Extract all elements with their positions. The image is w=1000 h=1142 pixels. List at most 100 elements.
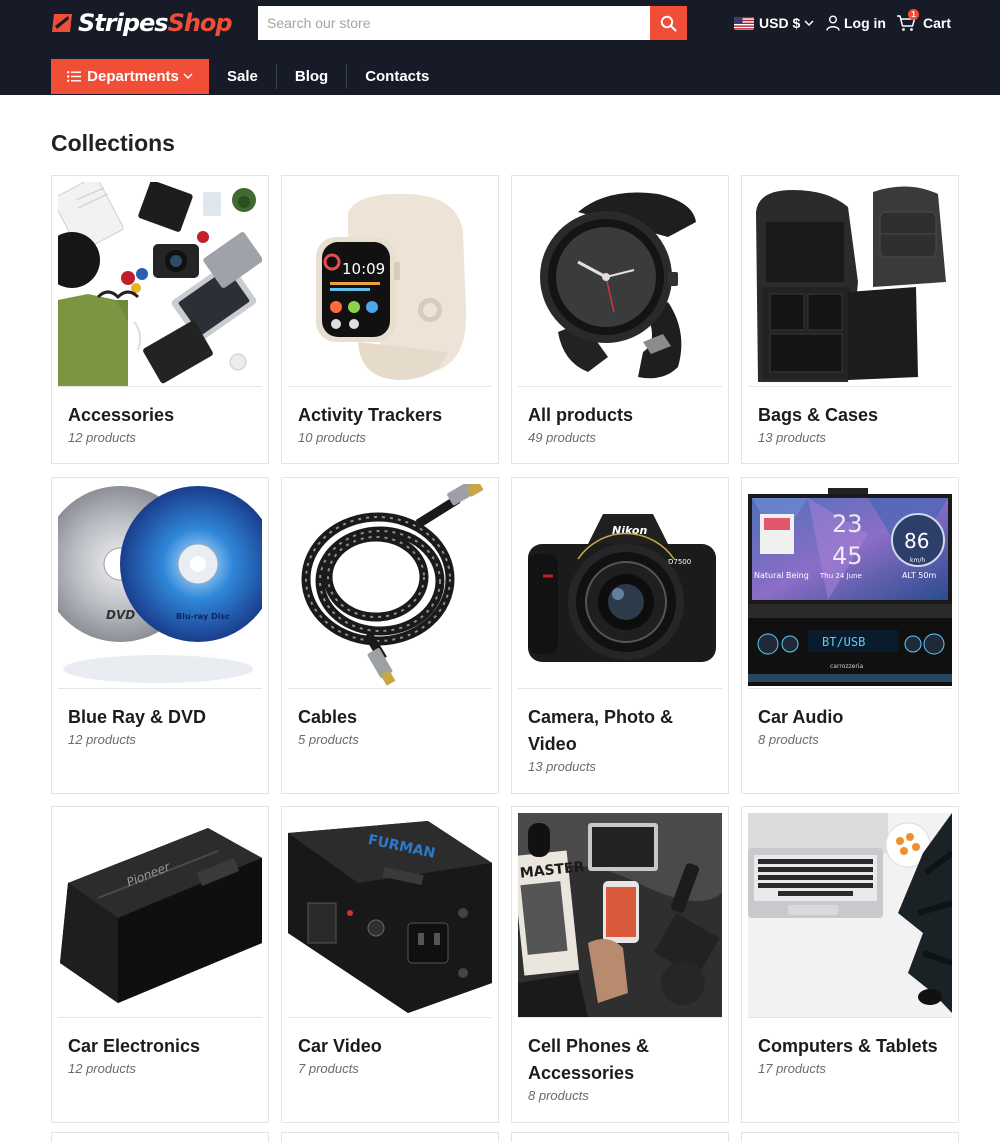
card-divider xyxy=(288,1017,492,1018)
screen-hour: 23 xyxy=(832,510,863,538)
collection-title: Computers & Tablets 17 products xyxy=(758,1033,950,1078)
bluray-logo: Blu-ray Disc xyxy=(176,612,230,621)
collection-image xyxy=(748,813,952,1017)
user-icon xyxy=(826,15,840,31)
car-audio-brand: carrozzeria xyxy=(830,663,863,670)
collection-card-computers-tablets[interactable]: Computers & Tablets 17 products xyxy=(741,806,959,1123)
search-bar xyxy=(258,6,687,40)
collection-image xyxy=(288,484,492,688)
screen-minute: 45 xyxy=(832,542,863,570)
card-divider xyxy=(518,1017,722,1018)
product-count: 5 products xyxy=(298,732,359,747)
collection-card-partial[interactable] xyxy=(511,1132,729,1142)
collection-title: Cables 5 products xyxy=(298,704,490,749)
collection-title: Car Audio 8 products xyxy=(758,704,950,749)
card-divider xyxy=(288,688,492,689)
collection-card-partial[interactable] xyxy=(51,1132,269,1142)
login-label: Log in xyxy=(844,15,886,31)
collection-name: Cell Phones & Accessories xyxy=(528,1036,650,1083)
collection-name: Blue Ray & DVD xyxy=(68,707,207,727)
site-header: StripesShop USD $ xyxy=(0,0,1000,95)
chevron-down-icon xyxy=(183,73,193,80)
search-input[interactable] xyxy=(258,6,650,40)
collection-title: Car Electronics 12 products xyxy=(68,1033,260,1078)
collection-title: Blue Ray & DVD 12 products xyxy=(68,704,260,749)
collection-card-car-electronics[interactable]: Pioneer Car Electronics 12 products xyxy=(51,806,269,1123)
collection-card-cables[interactable]: Cables 5 products xyxy=(281,477,499,794)
collection-title: Accessories 12 products xyxy=(68,402,260,447)
collection-title: All products 49 products xyxy=(528,402,720,447)
list-icon xyxy=(67,71,82,82)
login-link[interactable]: Log in xyxy=(826,12,886,34)
cart-label: Cart xyxy=(923,15,952,31)
nav-link-blog[interactable]: Blog xyxy=(277,59,346,94)
currency-selector[interactable]: USD $ xyxy=(734,12,814,34)
collection-name: Cables xyxy=(298,707,358,727)
watch-time: 10:09 xyxy=(342,260,385,278)
collection-name: All products xyxy=(528,405,634,425)
collection-card-all-products[interactable]: All products 49 products xyxy=(511,175,729,464)
collection-title: Cell Phones & Accessories 8 products xyxy=(528,1033,720,1105)
collection-card-partial[interactable] xyxy=(281,1132,499,1142)
collection-card-blue-ray-dvd[interactable]: DVD Blu-ray Disc Blue Ray & DVD 12 produ… xyxy=(51,477,269,794)
card-divider xyxy=(518,688,722,689)
collection-name: Camera, Photo & Video xyxy=(528,707,674,754)
page-title: Collections xyxy=(51,130,175,156)
display-text: BT/USB xyxy=(822,635,865,649)
collection-image xyxy=(518,182,722,386)
collection-title: Camera, Photo & Video 13 products xyxy=(528,704,720,776)
collection-card-bags-cases[interactable]: Bags & Cases 13 products xyxy=(741,175,959,464)
cart-count-badge: 1 xyxy=(908,9,919,20)
product-count: 7 products xyxy=(298,1061,359,1076)
departments-button[interactable]: Departments xyxy=(51,59,209,94)
store-logo[interactable]: StripesShop xyxy=(51,7,233,39)
collection-name: Car Audio xyxy=(758,707,844,727)
collection-card-camera-photo-video[interactable]: Nikon D7500 Camera, Photo & Video 13 pro… xyxy=(511,477,729,794)
search-button[interactable] xyxy=(650,6,687,40)
screen-speed-unit: km/h xyxy=(910,557,925,564)
product-count: 8 products xyxy=(758,732,819,747)
collection-title: Bags & Cases 13 products xyxy=(758,402,950,447)
collection-card-activity-trackers[interactable]: 10:09 Activity Trackers 10 products xyxy=(281,175,499,464)
main-navigation: Departments Sale Blog Contacts xyxy=(51,59,447,94)
collection-name: Activity Trackers xyxy=(298,405,443,425)
product-count: 17 products xyxy=(758,1061,826,1076)
collection-card-car-video[interactable]: FURMAN Car Video 7 products xyxy=(281,806,499,1123)
card-divider xyxy=(748,688,952,689)
product-count: 12 products xyxy=(68,732,136,747)
collection-card-car-audio[interactable]: Natural Being 23 45 Thu 24 June 86 km/h … xyxy=(741,477,959,794)
card-divider xyxy=(518,386,722,387)
collection-title: Activity Trackers 10 products xyxy=(298,402,490,447)
collection-card-cell-phones-accessories[interactable]: MASTER Cell Phones & Accessories 8 produ… xyxy=(511,806,729,1123)
nav-link-sale[interactable]: Sale xyxy=(209,59,276,94)
screen-altitude: ALT 50m xyxy=(902,571,936,580)
us-flag-icon xyxy=(734,16,754,30)
collection-name: Computers & Tablets xyxy=(758,1036,938,1056)
product-count: 12 products xyxy=(68,430,136,445)
collection-image xyxy=(748,182,952,386)
nav-link-contacts[interactable]: Contacts xyxy=(347,59,447,94)
collection-image: Natural Being 23 45 Thu 24 June 86 km/h … xyxy=(748,484,952,688)
departments-label: Departments xyxy=(87,68,179,85)
collection-name: Bags & Cases xyxy=(758,405,879,425)
product-count: 10 products xyxy=(298,430,366,445)
collection-image: DVD Blu-ray Disc xyxy=(58,484,262,688)
product-count: 13 products xyxy=(528,759,596,774)
collection-image: 10:09 xyxy=(288,182,492,386)
collection-image: Nikon D7500 xyxy=(518,484,722,688)
logo-wordmark: StripesShop xyxy=(78,9,233,37)
collection-card-partial[interactable] xyxy=(741,1132,959,1142)
search-icon xyxy=(660,15,677,31)
product-count: 13 products xyxy=(758,430,826,445)
collection-image: FURMAN xyxy=(288,813,492,1017)
card-divider xyxy=(748,386,952,387)
camera-model: D7500 xyxy=(668,558,691,566)
screen-caption: Natural Being xyxy=(754,571,809,580)
card-divider xyxy=(58,1017,262,1018)
collection-name: Car Electronics xyxy=(68,1036,201,1056)
collection-card-accessories[interactable]: Accessories 12 products xyxy=(51,175,269,464)
card-divider xyxy=(288,386,492,387)
collection-image xyxy=(58,182,262,386)
card-divider xyxy=(58,386,262,387)
cart-link[interactable]: 1 Cart xyxy=(896,9,952,34)
